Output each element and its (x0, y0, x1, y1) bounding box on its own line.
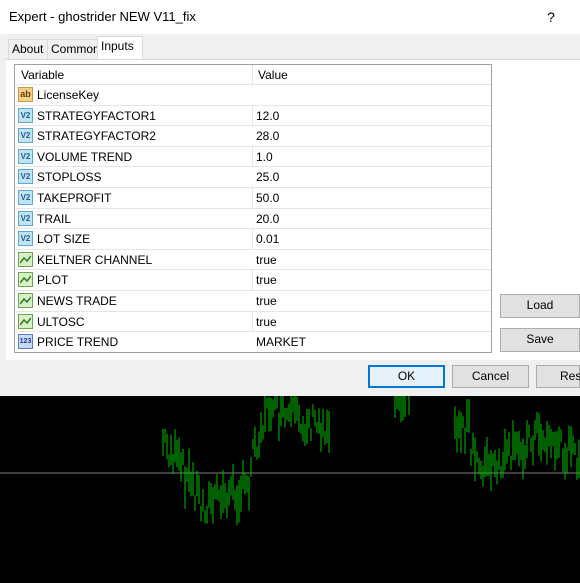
variable-name: PLOT (37, 273, 69, 288)
tab-about[interactable]: About (8, 39, 48, 59)
save-button[interactable]: Save (500, 328, 580, 352)
reset-button[interactable]: Res (536, 365, 580, 388)
window-title: Expert - ghostrider NEW V11_fix (9, 9, 196, 24)
variable-name: ULTOSC (37, 314, 85, 329)
grid-header: Variable Value (15, 65, 491, 85)
variable-name: NEWS TRADE (37, 294, 117, 308)
table-row[interactable]: ULTOSC true (15, 312, 491, 333)
table-row[interactable]: V2 LOT SIZE 0.01 (15, 229, 491, 250)
expert-dialog: Expert - ghostrider NEW V11_fix ? About … (0, 0, 580, 396)
variable-name: LicenseKey (37, 88, 100, 102)
table-row[interactable]: V2 STOPLOSS 25.0 (15, 167, 491, 188)
ok-button[interactable]: OK (368, 365, 445, 388)
variable-name: STOPLOSS (37, 170, 102, 185)
variable-value[interactable]: 25.0 (256, 170, 279, 184)
table-row[interactable]: V2 TAKEPROFIT 50.0 (15, 188, 491, 209)
table-row[interactable]: V2 STRATEGYFACTOR2 28.0 (15, 126, 491, 147)
table-row[interactable]: V2 VOLUME TREND 1.0 (15, 147, 491, 168)
variable-value[interactable]: 0.01 (256, 232, 279, 246)
variable-name: KELTNER CHANNEL (37, 252, 153, 267)
variable-value[interactable]: true (256, 315, 277, 329)
double-type-icon: V2 (18, 169, 33, 185)
variable-name: VOLUME TREND (37, 149, 133, 164)
table-row[interactable]: PLOT true (15, 270, 491, 291)
variable-value[interactable]: 28.0 (256, 129, 279, 143)
table-row[interactable]: NEWS TRADE true (15, 291, 491, 312)
variable-value[interactable]: true (256, 294, 277, 308)
variable-name: PRICE TREND (37, 335, 119, 350)
title-bar: Expert - ghostrider NEW V11_fix ? (0, 0, 580, 34)
bool-type-icon (18, 272, 33, 288)
bool-type-icon (18, 251, 33, 267)
double-type-icon: V2 (18, 231, 33, 247)
double-type-icon: V2 (18, 210, 33, 226)
bool-type-icon (18, 293, 33, 308)
enum-type-icon: 123 (18, 334, 33, 350)
tab-common[interactable]: Common (47, 39, 100, 59)
variable-value[interactable]: 50.0 (256, 191, 279, 205)
table-row[interactable]: V2 TRAIL 20.0 (15, 208, 491, 230)
table-row[interactable]: KELTNER CHANNEL true (15, 249, 491, 271)
tab-inputs[interactable]: Inputs (97, 36, 143, 59)
string-type-icon: ab (18, 87, 33, 102)
bool-type-icon (18, 313, 33, 329)
variable-value[interactable]: true (256, 273, 277, 287)
variable-value[interactable]: 12.0 (256, 109, 279, 123)
help-icon[interactable]: ? (541, 7, 561, 27)
variable-value[interactable]: 20.0 (256, 212, 279, 226)
variable-name: TAKEPROFIT (37, 191, 112, 205)
double-type-icon: V2 (18, 190, 33, 205)
double-type-icon: V2 (18, 107, 33, 123)
header-value[interactable]: Value (258, 68, 288, 82)
cancel-button[interactable]: Cancel (452, 365, 529, 388)
inputs-grid: Variable Value ab LicenseKey V2 STRATEGYFAC… (14, 64, 492, 353)
variable-name: STRATEGYFACTOR1 (37, 108, 156, 123)
load-button[interactable]: Load (500, 294, 580, 318)
header-variable[interactable]: Variable (21, 68, 64, 82)
variable-value[interactable]: true (256, 253, 277, 267)
variable-name: LOT SIZE (37, 232, 91, 247)
variable-name: TRAIL (37, 211, 72, 226)
candlestick-plot (0, 396, 580, 526)
variable-value[interactable]: MARKET (256, 335, 306, 349)
table-row[interactable]: 123 PRICE TREND MARKET (15, 332, 491, 352)
price-chart[interactable] (0, 396, 580, 580)
variable-value[interactable]: 1.0 (256, 150, 273, 164)
double-type-icon: V2 (18, 148, 33, 164)
double-type-icon: V2 (18, 128, 33, 144)
variable-name: STRATEGYFACTOR2 (37, 129, 156, 144)
table-row[interactable]: V2 STRATEGYFACTOR1 12.0 (15, 106, 491, 127)
table-row[interactable]: ab LicenseKey (15, 85, 491, 106)
